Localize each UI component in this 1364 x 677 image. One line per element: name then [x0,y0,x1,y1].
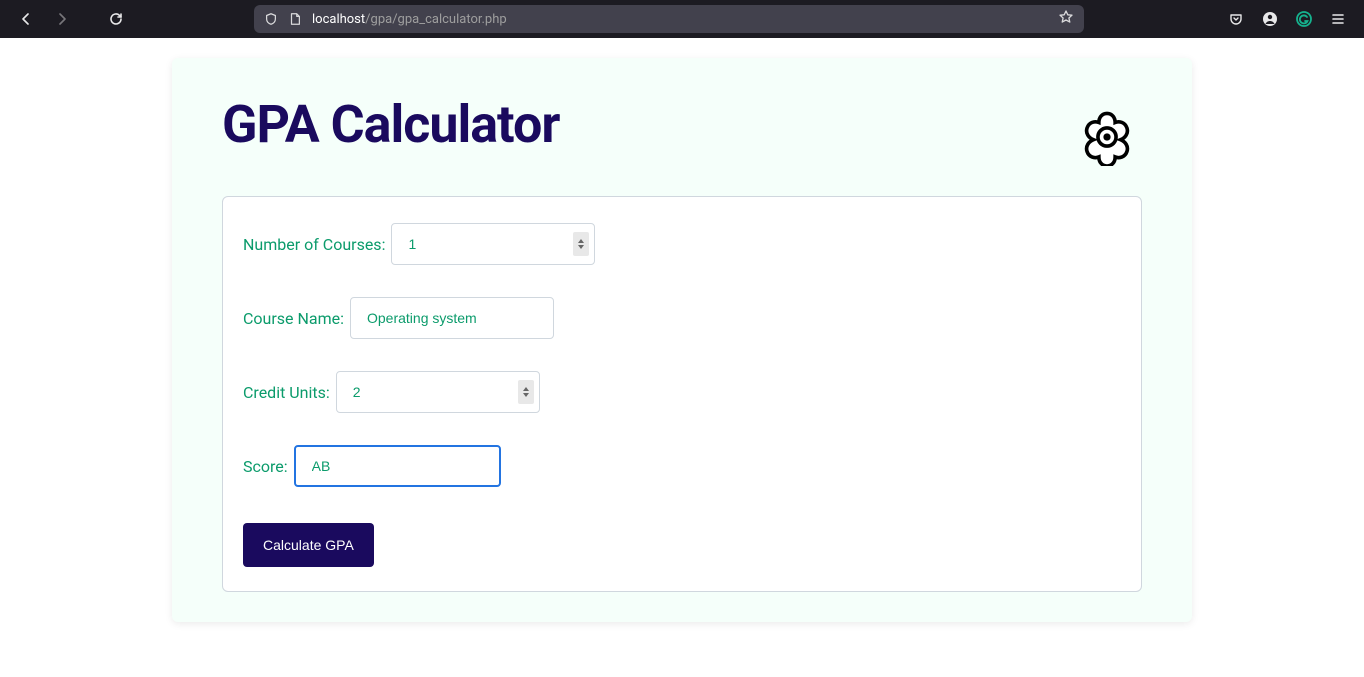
spinner-down-icon [578,245,584,249]
score-label: Score: [243,457,288,476]
course-name-input[interactable] [350,297,554,339]
calculate-button[interactable]: Calculate GPA [243,523,374,567]
menu-icon[interactable] [1330,11,1346,27]
spinner-up-icon [578,239,584,243]
flower-icon [1078,108,1136,170]
grammarly-icon[interactable] [1296,11,1312,27]
spinner-down-icon [523,393,529,397]
url-text: localhost/gpa/gpa_calculator.php [312,12,1048,27]
num-courses-spinner[interactable] [573,232,589,256]
bookmark-star-icon[interactable] [1058,9,1074,29]
header-row: GPA Calculator [222,94,1142,170]
num-courses-row: Number of Courses: [243,223,1121,265]
back-button[interactable] [12,5,40,33]
page-title: GPA Calculator [222,94,559,155]
course-name-label: Course Name: [243,309,344,328]
credit-units-spinner[interactable] [518,380,534,404]
score-input[interactable] [294,445,501,487]
num-courses-input[interactable] [391,223,595,265]
spinner-up-icon [523,387,529,391]
url-path: /gpa/gpa_calculator.php [365,12,507,27]
shield-icon [264,12,278,26]
toolbar-right-icons [1228,11,1352,27]
reload-button[interactable] [102,5,130,33]
page-viewport: GPA Calculator Number of Courses: [0,38,1364,622]
credit-units-input[interactable] [336,371,540,413]
pocket-icon[interactable] [1228,11,1244,27]
nav-buttons [12,5,130,33]
browser-toolbar: localhost/gpa/gpa_calculator.php [0,0,1364,38]
credit-units-row: Credit Units: [243,371,1121,413]
num-courses-input-wrap [391,223,595,265]
forward-button[interactable] [48,5,76,33]
course-name-row: Course Name: [243,297,1121,339]
form-box: Number of Courses: Course Name: Credit U… [222,196,1142,592]
url-host: localhost [312,12,365,27]
main-card: GPA Calculator Number of Courses: [172,58,1192,622]
num-courses-label: Number of Courses: [243,235,385,254]
credit-units-input-wrap [336,371,540,413]
account-icon[interactable] [1262,11,1278,27]
page-icon [288,12,302,26]
url-bar[interactable]: localhost/gpa/gpa_calculator.php [254,5,1084,33]
credit-units-label: Credit Units: [243,383,330,402]
score-row: Score: [243,445,1121,487]
